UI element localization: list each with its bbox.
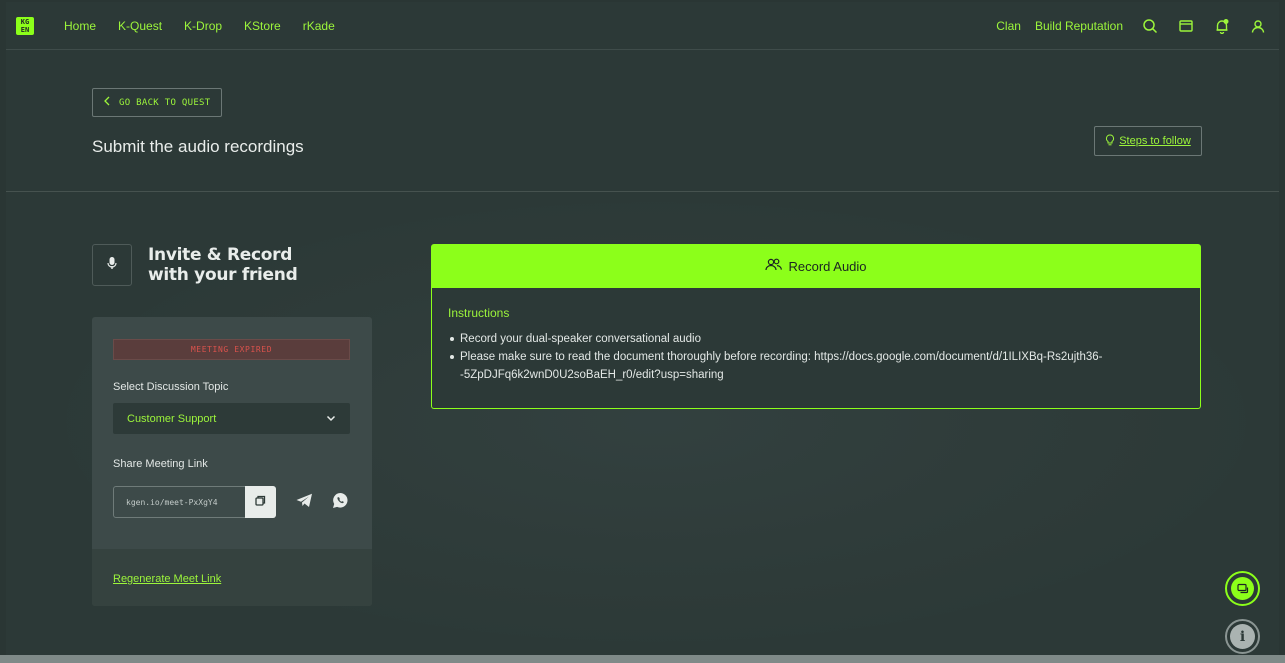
share-link-label: Share Meeting Link [113, 458, 208, 470]
steps-to-follow-button[interactable]: Steps to follow [1094, 126, 1202, 156]
kgen-logo[interactable]: KG EN [16, 16, 34, 35]
copy-icon [255, 493, 266, 511]
instructions-title: Instructions [448, 306, 510, 320]
nav-rkade[interactable]: rKade [303, 19, 335, 33]
bottom-edge [0, 655, 1285, 663]
record-audio-button[interactable]: Record Audio [431, 244, 1201, 288]
topic-select[interactable]: Customer Support [113, 403, 350, 434]
invite-title-line1: Invite & Record [148, 245, 293, 265]
user-icon[interactable] [1249, 17, 1267, 35]
record-audio-label: Record Audio [788, 258, 867, 274]
go-back-label: GO BACK TO QUEST [119, 97, 211, 108]
whatsapp-share-icon[interactable] [332, 492, 349, 514]
invite-title-line2: with your friend [148, 265, 298, 285]
notification-bell-icon[interactable] [1213, 17, 1231, 35]
instruction-item: Please make sure to read the document th… [448, 348, 1184, 384]
microphone-icon [106, 256, 118, 275]
page-header: GO BACK TO QUEST Submit the audio record… [6, 50, 1279, 192]
go-back-button[interactable]: GO BACK TO QUEST [92, 88, 222, 117]
meeting-link-value: kgen.io/meet-PxXgY4 [126, 497, 218, 507]
nav-home[interactable]: Home [64, 19, 96, 33]
top-navbar: KG EN Home K-Quest K-Drop KStore rKade Cl… [6, 2, 1279, 50]
wallet-icon[interactable] [1177, 17, 1195, 35]
app-window: KG EN Home K-Quest K-Drop KStore rKade Cl… [6, 2, 1279, 657]
nav-right: Clan Build Reputation [996, 17, 1267, 35]
topic-select-value: Customer Support [127, 412, 217, 425]
info-button[interactable]: i [1225, 619, 1260, 654]
nav-k-quest[interactable]: K-Quest [118, 19, 162, 33]
search-icon[interactable] [1141, 17, 1159, 35]
telegram-share-icon[interactable] [296, 493, 313, 513]
copy-link-button[interactable] [245, 486, 276, 518]
meeting-link-field[interactable]: kgen.io/meet-PxXgY4 [113, 486, 276, 518]
users-icon [765, 258, 783, 274]
nav-clan[interactable]: Clan [996, 19, 1021, 33]
steps-to-follow-label: Steps to follow [1119, 135, 1191, 147]
meeting-status-badge: MEETING EXPIRED [113, 339, 350, 360]
chat-icon [1231, 577, 1254, 600]
instruction-item: Record your dual-speaker conversational … [448, 330, 1184, 348]
lightbulb-icon [1105, 133, 1115, 149]
invite-record-title: Invite & Record with your friend [148, 245, 298, 285]
info-icon: i [1230, 624, 1255, 649]
meeting-card: MEETING EXPIRED Select Discussion Topic … [92, 317, 372, 606]
instructions-list: Record your dual-speaker conversational … [448, 330, 1184, 384]
instructions-panel: Instructions Record your dual-speaker co… [431, 288, 1201, 409]
nav-k-drop[interactable]: K-Drop [184, 19, 222, 33]
regenerate-meet-link[interactable]: Regenerate Meet Link [113, 573, 221, 585]
nav-links: Home K-Quest K-Drop KStore rKade [64, 19, 335, 33]
chat-support-button[interactable] [1225, 571, 1260, 606]
chevron-down-icon [326, 413, 336, 425]
page-title: Submit the audio recordings [92, 137, 304, 156]
nav-kstore[interactable]: KStore [244, 19, 281, 33]
topic-label: Select Discussion Topic [113, 381, 229, 393]
chevron-left-icon [103, 96, 111, 109]
microphone-badge [92, 244, 132, 286]
nav-build-reputation[interactable]: Build Reputation [1035, 19, 1123, 33]
